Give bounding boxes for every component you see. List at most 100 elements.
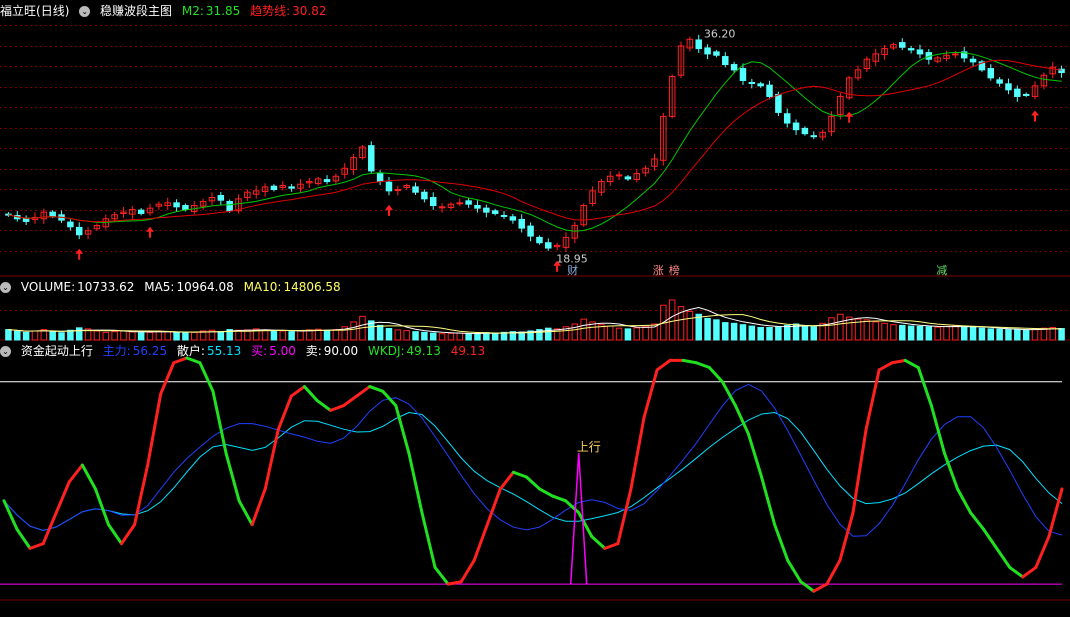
candle-body <box>75 226 83 236</box>
trend-line <box>8 59 1062 223</box>
candle-body <box>323 179 331 183</box>
volume-bar <box>872 321 879 341</box>
buy-arrow-icon <box>75 248 84 260</box>
volume-bar <box>49 331 56 341</box>
candle-body <box>429 197 437 206</box>
volume-bar <box>801 325 809 341</box>
wkdj-line <box>1047 487 1064 538</box>
volume-bar <box>456 332 464 341</box>
volume-bar <box>5 329 12 341</box>
wkdj-line <box>41 511 58 546</box>
candle-body <box>899 42 906 48</box>
event-marker: 榜 <box>669 263 680 277</box>
wkdj-line <box>720 380 737 408</box>
candle-body <box>500 214 508 217</box>
volume-bar <box>606 325 614 341</box>
indicator-panel-name[interactable]: 资金起动上行 <box>21 344 93 358</box>
candle-body <box>394 189 402 192</box>
wkdj-line <box>302 385 319 403</box>
volume-bar <box>1058 328 1065 341</box>
wkdj-line <box>120 523 137 546</box>
volume-bar <box>863 319 871 341</box>
volume-bar <box>553 328 561 341</box>
volume-bar <box>191 331 198 341</box>
wkdj-line <box>825 558 842 586</box>
volume-bar <box>686 310 694 341</box>
kline-chart[interactable]: 36.2018.95财涨榜减上行 <box>0 0 1070 617</box>
stock-name: 福立旺 <box>0 4 37 18</box>
volume-bar <box>704 317 711 341</box>
volume-bar <box>783 324 791 341</box>
wkdj-line <box>67 463 84 484</box>
candle-body <box>987 68 995 79</box>
volume-bar <box>412 331 419 341</box>
candle-body <box>465 200 472 205</box>
candle-body <box>270 185 278 191</box>
candle-body <box>385 181 393 192</box>
candle-body <box>615 174 623 177</box>
indicator-name[interactable]: 稳赚波段主图 <box>100 4 172 18</box>
volume-bar <box>978 327 986 341</box>
candle-body <box>695 39 702 50</box>
volume-bar <box>775 326 782 341</box>
volume-bar <box>1040 327 1048 341</box>
wkdj-line <box>329 404 346 412</box>
chevron-down-icon[interactable]: ⌄ <box>0 346 11 357</box>
volume-bar <box>580 318 587 341</box>
wkdj-line <box>93 487 110 527</box>
indicator-panel-header: ⌄ 资金起动上行 主力: 56.25 散户: 55.13 买: 5.00 卖: 90.0… <box>0 342 491 360</box>
volume-bar <box>907 325 915 341</box>
volume-bar <box>739 324 747 341</box>
chevron-down-icon[interactable]: ⌄ <box>79 6 91 17</box>
volume-bar <box>93 330 101 341</box>
candle-body <box>509 216 517 221</box>
volume-bar <box>1031 328 1039 341</box>
candle-body <box>739 68 747 82</box>
candle-body <box>748 81 756 84</box>
wkdj-line <box>524 475 542 491</box>
wkdj-line <box>106 523 124 546</box>
wkdj-line <box>655 358 672 372</box>
wkdj-line <box>511 470 528 479</box>
candle-body <box>907 48 915 51</box>
volume-bar <box>474 332 481 341</box>
candle-body <box>474 204 481 209</box>
candle-body <box>775 93 782 113</box>
volume-bar <box>111 331 118 341</box>
trend-label: 趋势线: <box>250 4 291 18</box>
candle-body <box>421 191 428 200</box>
chevron-down-icon[interactable]: ⌄ <box>0 282 11 293</box>
candle-body <box>412 186 419 193</box>
volume-bar <box>332 329 340 341</box>
candle-body <box>527 225 534 237</box>
wkdj-line <box>198 361 215 393</box>
candle-body <box>722 56 729 66</box>
wkdj-line <box>551 494 568 503</box>
wkdj-line <box>263 427 280 491</box>
candle-body <box>757 83 764 87</box>
candle-body <box>810 135 818 138</box>
wkdj-line <box>642 368 659 419</box>
volume-bar <box>837 313 844 341</box>
wkdj-line <box>224 451 241 503</box>
candle-body <box>952 53 959 56</box>
wkdj-line <box>838 511 855 562</box>
volume-bar <box>1022 329 1030 341</box>
volume-bar <box>217 331 225 341</box>
wkdj-line <box>916 366 933 408</box>
volume-bar <box>438 333 446 341</box>
wkdj-line <box>903 358 920 370</box>
wkdj-line <box>616 487 633 546</box>
volume-bar <box>31 330 39 341</box>
volume-bar <box>403 330 410 341</box>
wkdj-line <box>237 499 254 527</box>
volume-bar <box>394 329 402 341</box>
wkdj-line <box>603 542 620 550</box>
volume-bar <box>288 331 295 341</box>
wkdj-line <box>890 358 907 365</box>
volume-bar <box>1014 329 1021 341</box>
event-marker: 减 <box>936 264 947 277</box>
candle-body <box>713 51 720 56</box>
candle-body <box>49 211 56 217</box>
wkdj-line <box>707 366 724 384</box>
